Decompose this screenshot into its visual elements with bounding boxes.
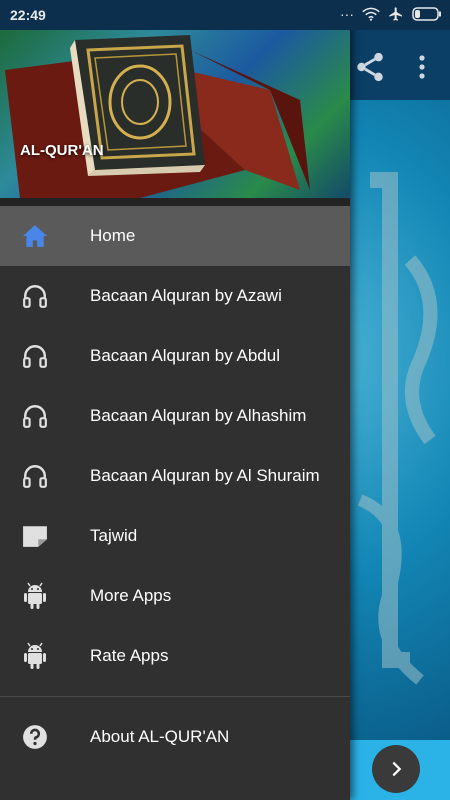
status-icons: ···	[340, 6, 442, 22]
headphones-icon	[21, 402, 49, 430]
menu-label: Bacaan Alquran by Abdul	[90, 346, 280, 365]
battery-icon	[412, 7, 441, 21]
calligraphy-image	[357, 172, 438, 685]
menu-item-alhashim[interactable]: Bacaan Alquran by Alhashim	[0, 386, 350, 446]
home-icon	[21, 222, 49, 250]
drawer-header: AL-QUR'AN	[0, 30, 350, 198]
chevron-right-icon	[392, 761, 402, 777]
status-time: 22:49	[10, 7, 46, 23]
drawer-menu: Home Bacaan Alquran by Azawi Bacaan Alqu…	[0, 206, 350, 767]
quran-book-image	[5, 35, 310, 198]
more-vertical-icon[interactable]	[410, 50, 434, 84]
menu-divider	[0, 696, 350, 697]
menu-label: Bacaan Alquran by Al Shuraim	[90, 466, 320, 485]
share-icon[interactable]	[353, 50, 387, 84]
android-icon	[21, 642, 49, 670]
navigation-drawer: AL-QUR'AN Home Bacaan Alquran by Azawi B…	[0, 0, 350, 800]
menu-item-about[interactable]: About AL-QUR'AN	[0, 707, 350, 767]
menu-item-al-shuraim[interactable]: Bacaan Alquran by Al Shuraim	[0, 446, 350, 506]
menu-item-tajwid[interactable]: Tajwid	[0, 506, 350, 566]
menu-item-azawi[interactable]: Bacaan Alquran by Azawi	[0, 266, 350, 326]
wifi-icon	[362, 7, 380, 21]
android-icon	[21, 582, 49, 610]
drawer-title: AL-QUR'AN	[20, 142, 104, 159]
menu-label: Bacaan Alquran by Alhashim	[90, 406, 307, 425]
headphones-icon	[21, 462, 49, 490]
menu-label: Tajwid	[90, 526, 138, 545]
menu-label: Bacaan Alquran by Azawi	[90, 286, 282, 305]
menu-item-rate-apps[interactable]: Rate Apps	[0, 626, 350, 686]
notification-dots: ···	[340, 6, 354, 22]
menu-item-abdul[interactable]: Bacaan Alquran by Abdul	[0, 326, 350, 386]
menu-label: Rate Apps	[90, 646, 169, 665]
airplane-icon	[389, 7, 402, 21]
menu-label: More Apps	[90, 586, 172, 605]
menu-label: About AL-QUR'AN	[90, 727, 230, 746]
note-icon	[21, 522, 49, 550]
headphones-icon	[21, 342, 49, 370]
ad-next-button[interactable]	[372, 745, 420, 793]
menu-label: Home	[90, 226, 136, 245]
help-icon	[21, 723, 49, 751]
header-divider	[0, 198, 350, 206]
menu-item-more-apps[interactable]: More Apps	[0, 566, 350, 626]
status-bar: 22:49 ···	[0, 0, 450, 30]
headphones-icon	[21, 282, 49, 310]
menu-item-home[interactable]: Home	[0, 206, 350, 266]
